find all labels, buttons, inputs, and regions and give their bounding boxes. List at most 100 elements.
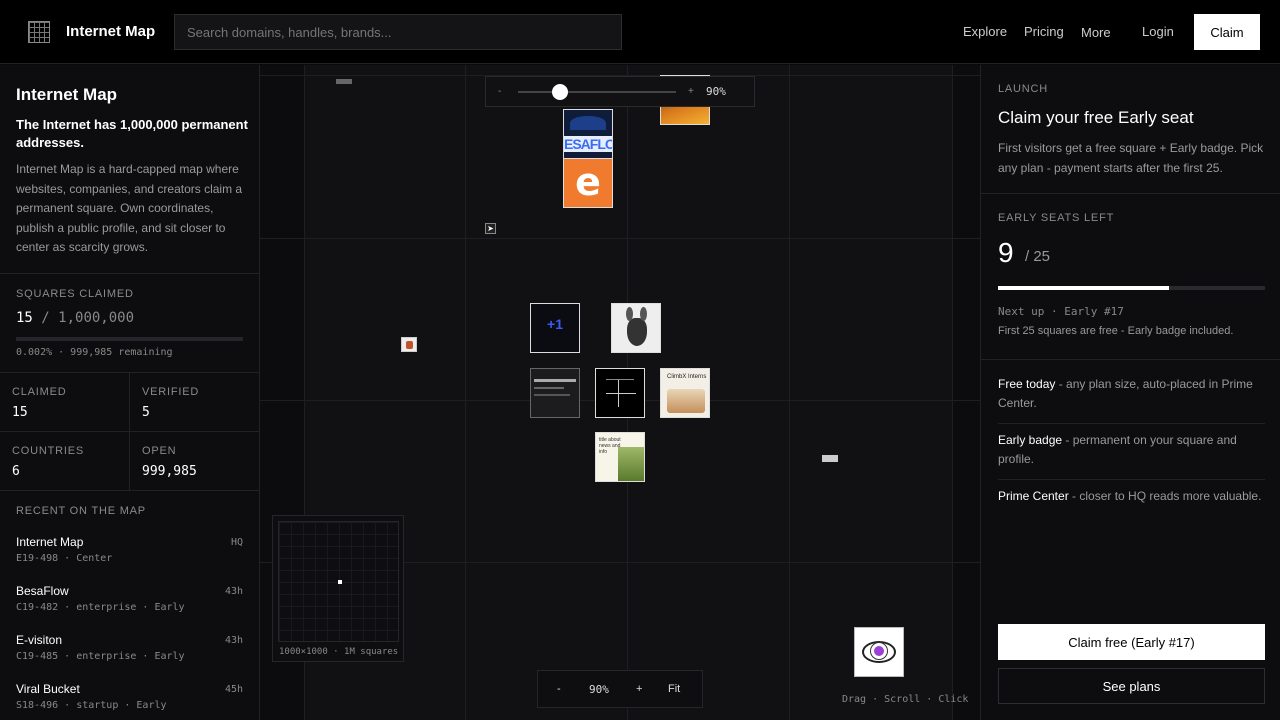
tiny-tile[interactable] (336, 79, 352, 84)
tile-label: +1 (547, 316, 563, 332)
squares-remaining: 0.002% · 999,985 remaining (16, 347, 173, 358)
claim-free-button[interactable]: Claim free (Early #17) (998, 624, 1265, 660)
login-link[interactable]: Login (1142, 24, 1174, 39)
benefit-title: Prime Center (998, 489, 1069, 503)
text-line (534, 394, 570, 396)
grid-line (465, 65, 466, 720)
controls-hint: Drag · Scroll · Click (842, 694, 969, 705)
brand-name[interactable]: Internet Map (66, 23, 155, 40)
tiny-tile[interactable] (401, 337, 417, 352)
seats-progress-bar (998, 286, 1265, 290)
recent-item[interactable]: E-visiton C19-485 · enterprise · Early 4… (16, 633, 243, 673)
text-line (534, 387, 564, 389)
minimap[interactable]: 1000×1000 · 1M squares (272, 515, 404, 662)
rabbit-icon (627, 318, 647, 346)
next-up: Next up · Early #17 (998, 305, 1124, 318)
grid-line (260, 238, 980, 239)
line-icon (606, 379, 634, 380)
stat-label: COUNTRIES (12, 445, 84, 457)
divider (0, 490, 259, 491)
zoom-out-icon[interactable]: - (498, 86, 501, 97)
zoom-out-button[interactable]: - (557, 683, 561, 695)
grid-line (789, 65, 790, 720)
map-canvas[interactable]: ➤ ESAFLO e +1 ClimbX Interns title about… (260, 65, 980, 720)
tile-eye[interactable] (854, 627, 904, 677)
minimap-grid[interactable] (278, 521, 399, 642)
claim-button[interactable]: Claim (1194, 14, 1260, 50)
squares-claimed-label: SQUARES CLAIMED (16, 288, 134, 300)
divider (0, 273, 259, 274)
divider (981, 359, 1280, 360)
benefit-item: Early badge - permanent on your square a… (998, 431, 1265, 469)
divider (998, 423, 1265, 424)
zoom-percent: 90% (589, 683, 609, 696)
zoom-percent: 90% (706, 85, 726, 98)
search-input[interactable] (174, 14, 622, 50)
recent-age: HQ (230, 537, 243, 548)
seats-progress-fill (998, 286, 1169, 290)
stat-verified: VERIFIED 5 (130, 372, 259, 431)
sidebar-description: Internet Map is a hard-capped map where … (16, 162, 243, 254)
tile-plus-one[interactable]: +1 (530, 303, 580, 353)
minimap-viewport-marker (338, 580, 342, 584)
recent-age: 45h (224, 684, 243, 695)
rabbit-ear-icon (626, 307, 633, 321)
benefit-title: Free today (998, 377, 1056, 391)
squares-claimed-value: 15 (16, 310, 33, 326)
recent-item[interactable]: BesaFlow C19-482 · enterprise · Early 43… (16, 584, 243, 624)
eye-pupil-icon (870, 642, 888, 660)
stat-value: 15 (12, 405, 28, 420)
text-line (534, 379, 576, 382)
tiny-tile[interactable] (822, 455, 838, 462)
fit-button[interactable]: Fit (668, 683, 680, 695)
recent-name: E-visiton (16, 633, 63, 647)
recent-name: Viral Bucket (16, 682, 80, 696)
panel-kicker: LAUNCH (998, 83, 1049, 95)
zoom-in-button[interactable]: + (636, 683, 642, 695)
recent-age: 43h (224, 635, 243, 646)
minimap-caption: 1000×1000 · 1M squares (279, 647, 399, 657)
nav-explore[interactable]: Explore (963, 24, 1007, 39)
seats-total: / 25 (1025, 248, 1051, 265)
tile-evisiton[interactable]: e (563, 158, 613, 208)
tile-logo-icon (570, 116, 606, 130)
zoom-slider-track[interactable] (518, 91, 676, 93)
recent-title: RECENT ON THE MAP (16, 505, 146, 517)
claim-panel: LAUNCH Claim your free Early seat First … (980, 65, 1280, 720)
map-edge (952, 65, 980, 720)
tile-climbx[interactable]: ClimbX Interns (660, 368, 710, 418)
nav-pricing[interactable]: Pricing (1024, 24, 1064, 39)
see-plans-button[interactable]: See plans (998, 668, 1265, 704)
recent-meta: C19-482 · enterprise · Early (16, 602, 185, 613)
recent-meta: C19-485 · enterprise · Early (16, 651, 185, 662)
stat-open: OPEN 999,985 (130, 431, 259, 490)
squares-claimed-count: 15 / 1,000,000 (16, 310, 134, 326)
zoom-slider-handle[interactable] (552, 84, 569, 100)
zoom-slider-bar: - + 90% (485, 76, 755, 107)
tile-grid-logo[interactable] (595, 368, 645, 418)
zoom-controls: - 90% + Fit (537, 670, 703, 708)
rabbit-ear-icon (640, 307, 647, 321)
tile-logo-icon: e (575, 160, 601, 204)
cursor-arrow-icon[interactable]: ➤ (485, 223, 496, 234)
squares-total: / 1,000,000 (41, 310, 135, 326)
grid-logo-icon[interactable] (28, 21, 50, 43)
tile-article[interactable]: title about news and info (595, 432, 645, 482)
sidebar-lead: The Internet has 1,000,000 permanent add… (16, 117, 248, 150)
stat-countries: COUNTRIES 6 (0, 431, 130, 490)
nav-more[interactable]: More (1081, 25, 1111, 40)
recent-item[interactable]: Internet Map E19-498 · Center HQ (16, 535, 243, 575)
stat-value: 999,985 (142, 464, 197, 479)
divider (981, 193, 1280, 194)
tile-rabbit-image[interactable] (611, 303, 661, 353)
seats-left-value: 9 (998, 237, 1014, 268)
divider (998, 479, 1265, 480)
panel-intro: First visitors get a free square + Early… (998, 141, 1264, 175)
zoom-in-icon[interactable]: + (688, 86, 694, 97)
stat-label: CLAIMED (12, 386, 67, 398)
recent-age: 43h (224, 586, 243, 597)
recent-item[interactable]: Viral Bucket S18-496 · startup · Early 4… (16, 682, 243, 720)
tile-besaflow[interactable]: ESAFLO (563, 109, 613, 159)
recent-meta: S18-496 · startup · Early (16, 700, 167, 711)
tile-website-screenshot[interactable] (530, 368, 580, 418)
